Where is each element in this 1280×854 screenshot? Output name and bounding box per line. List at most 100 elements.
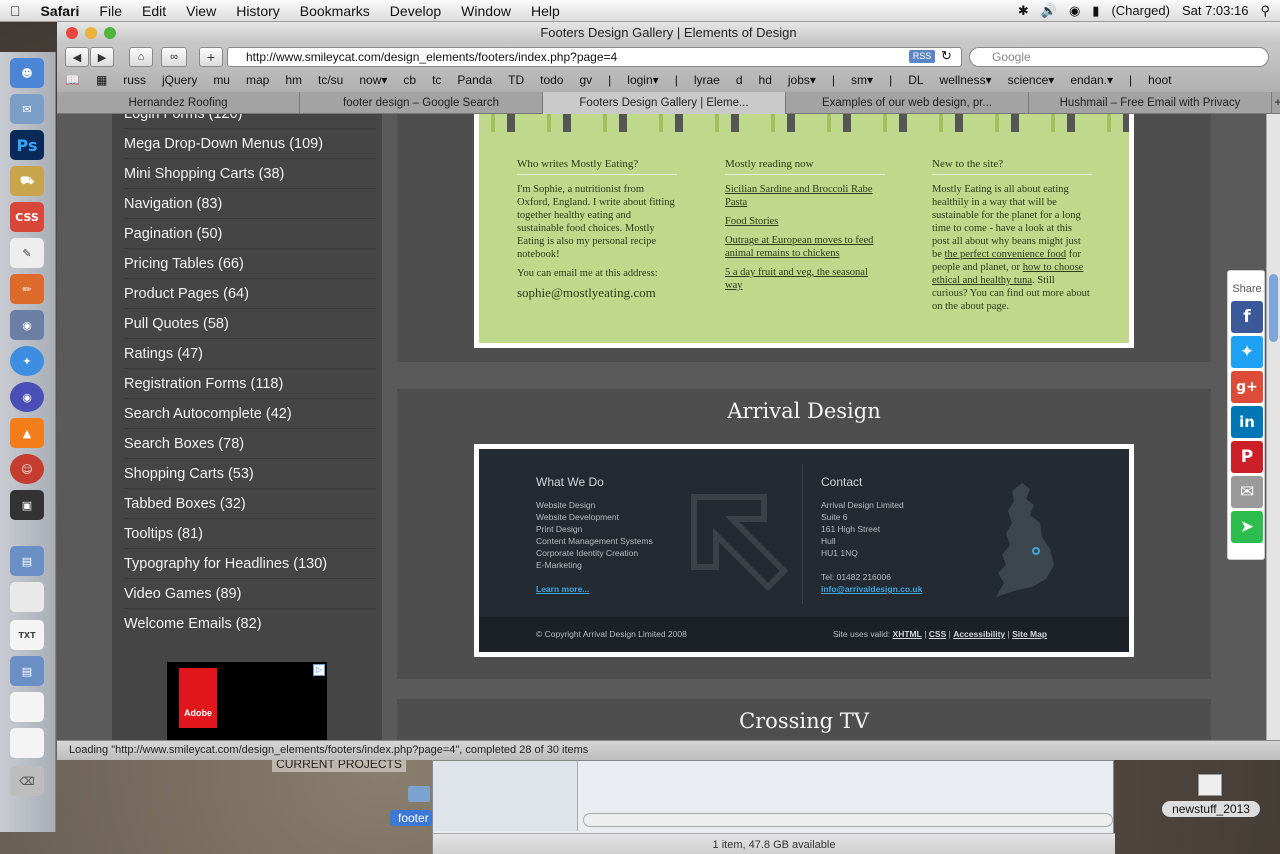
tab-google-search[interactable]: footer design – Google Search — [300, 92, 543, 114]
xhtml-link[interactable]: XHTML — [893, 629, 922, 639]
bookmark-item[interactable]: tc/su — [310, 73, 351, 87]
vertical-scrollbar[interactable] — [1266, 114, 1280, 750]
search-input[interactable]: Google — [969, 47, 1269, 67]
bookmark-item[interactable]: cb — [395, 73, 424, 87]
tab-hushmail[interactable]: Hushmail – Free Email with Privacy — [1029, 92, 1272, 114]
adium-icon[interactable]: ☺ — [10, 454, 44, 484]
css-link[interactable]: CSS — [929, 629, 946, 639]
bookmark-item[interactable]: science▾ — [1000, 73, 1063, 87]
category-link[interactable]: Registration Forms (118) — [124, 369, 376, 399]
trash-icon[interactable]: ⌫ — [10, 766, 44, 796]
css-edit-icon[interactable]: CSS — [10, 202, 44, 232]
documents-stack-icon[interactable] — [10, 582, 44, 612]
document-icon[interactable] — [10, 728, 44, 758]
monitor-icon[interactable]: ▣ — [10, 490, 44, 520]
close-button[interactable] — [66, 27, 78, 39]
more-share-icon[interactable]: ➤ — [1231, 511, 1263, 543]
reading-list-icon[interactable]: 📖 — [57, 73, 88, 87]
bookmark-item[interactable]: endan.▾ — [1062, 73, 1121, 87]
bookmark-item[interactable]: gv — [571, 73, 600, 87]
category-link[interactable]: Search Autocomplete (42) — [124, 399, 376, 429]
home-button[interactable]: ⌂ — [129, 47, 153, 67]
forward-button[interactable]: ▶ — [90, 47, 114, 67]
bookmark-item[interactable]: d — [728, 73, 751, 87]
menu-develop[interactable]: Develop — [380, 3, 451, 19]
category-link[interactable]: Shopping Carts (53) — [124, 459, 376, 489]
applications-folder-icon[interactable]: ▤ — [10, 546, 44, 576]
finder-icon[interactable]: ☻ — [10, 58, 44, 88]
tab-hernandez-roofing[interactable]: Hernandez Roofing — [57, 92, 300, 114]
zoom-button[interactable] — [104, 27, 116, 39]
bookmark-item[interactable]: now▾ — [351, 73, 395, 87]
battery-status[interactable]: (Charged) — [1111, 3, 1170, 18]
menu-view[interactable]: View — [176, 3, 226, 19]
bookmark-item[interactable]: russ — [115, 73, 154, 87]
email-share-icon[interactable]: ✉ — [1231, 476, 1263, 508]
category-link[interactable]: Welcome Emails (82) — [124, 609, 376, 639]
ad-choices-icon[interactable]: ▷ — [313, 664, 325, 676]
category-link[interactable]: Mega Drop-Down Menus (109) — [124, 129, 376, 159]
menu-window[interactable]: Window — [451, 3, 521, 19]
bookmark-item[interactable]: sm▾ — [843, 73, 881, 87]
bookmark-item[interactable]: login▾ — [619, 73, 666, 87]
battery-icon[interactable]: ▮ — [1092, 3, 1099, 19]
category-link[interactable]: Navigation (83) — [124, 189, 376, 219]
tab-footers-gallery[interactable]: Footers Design Gallery | Eleme... — [543, 92, 786, 114]
reading-link[interactable]: Outrage at European moves to feed animal… — [725, 235, 873, 259]
menu-help[interactable]: Help — [521, 3, 570, 19]
bookmark-item[interactable]: hoot — [1140, 73, 1179, 87]
reading-link[interactable]: 5 a day fruit and veg, the seasonal way — [725, 267, 868, 291]
learn-more-link[interactable]: Learn more... — [536, 583, 589, 595]
reading-link[interactable]: Food Stories — [725, 216, 778, 227]
twitter-share-icon[interactable]: ✦ — [1231, 336, 1263, 368]
category-link[interactable]: Tooltips (81) — [124, 519, 376, 549]
card-title[interactable]: Crossing TV — [397, 709, 1211, 733]
category-link[interactable]: Pull Quotes (58) — [124, 309, 376, 339]
txt-file-icon[interactable]: TXT — [10, 620, 44, 650]
newstuff-label[interactable]: newstuff_2013 — [1162, 801, 1260, 817]
accessibility-link[interactable]: Accessibility — [953, 629, 1005, 639]
menu-bookmarks[interactable]: Bookmarks — [290, 3, 380, 19]
apple-menu-icon[interactable]:  — [0, 3, 31, 19]
bookmark-item[interactable]: lyrae — [686, 73, 728, 87]
back-button[interactable]: ◀ — [65, 47, 89, 67]
bookmark-item[interactable]: hm — [277, 73, 310, 87]
category-link[interactable]: Ratings (47) — [124, 339, 376, 369]
text-edit-icon[interactable]: ✎ — [10, 238, 44, 268]
add-bookmark-button[interactable]: + — [199, 47, 223, 67]
adobe-ad[interactable]: Adobe ▷ — [167, 662, 327, 750]
menu-history[interactable]: History — [226, 3, 290, 19]
downloads-folder-icon[interactable]: ▤ — [10, 656, 44, 686]
vlc-icon[interactable]: ▲ — [10, 418, 44, 448]
new-tab-button[interactable]: + — [1272, 92, 1280, 114]
email-address[interactable]: sophie@mostlyeating.com — [517, 286, 677, 299]
menu-edit[interactable]: Edit — [132, 3, 176, 19]
category-link[interactable]: Mini Shopping Carts (38) — [124, 159, 376, 189]
top-sites-icon[interactable]: ▦ — [88, 73, 115, 87]
arrival-design-preview[interactable]: What We Do Website Design Website Develo… — [474, 444, 1134, 657]
linkedin-share-icon[interactable]: in — [1231, 406, 1263, 438]
convenience-food-link[interactable]: the perfect convenience food — [945, 249, 1067, 260]
bookmark-item[interactable]: jobs▾ — [780, 73, 824, 87]
rss-button[interactable]: RSS — [909, 50, 935, 63]
google-plus-share-icon[interactable]: g+ — [1231, 371, 1263, 403]
card-title[interactable]: Arrival Design — [397, 399, 1211, 423]
clock[interactable]: Sat 7:03:16 — [1182, 3, 1249, 18]
bookmark-item[interactable]: map — [238, 73, 277, 87]
address-bar[interactable]: http://www.smileycat.com/design_elements… — [227, 47, 962, 67]
category-link[interactable]: Search Boxes (78) — [124, 429, 376, 459]
document-icon[interactable] — [10, 692, 44, 722]
bookmark-item[interactable]: mu — [205, 73, 238, 87]
photoshop-icon[interactable]: Ps — [10, 130, 44, 160]
category-link[interactable]: Product Pages (64) — [124, 279, 376, 309]
folder-icon[interactable] — [408, 786, 430, 802]
spotlight-icon[interactable]: ⚲ — [1260, 3, 1270, 19]
app-menu[interactable]: Safari — [31, 3, 90, 19]
minimize-button[interactable] — [85, 27, 97, 39]
bluetooth-icon[interactable]: ✱ — [1018, 3, 1029, 19]
tab-web-design-examples[interactable]: Examples of our web design, pr... — [786, 92, 1029, 114]
preview-icon[interactable]: ◉ — [10, 310, 44, 340]
bookmark-item[interactable]: hd — [751, 73, 780, 87]
category-link[interactable]: Typography for Headlines (130) — [124, 549, 376, 579]
site-map-link[interactable]: Site Map — [1012, 629, 1047, 639]
